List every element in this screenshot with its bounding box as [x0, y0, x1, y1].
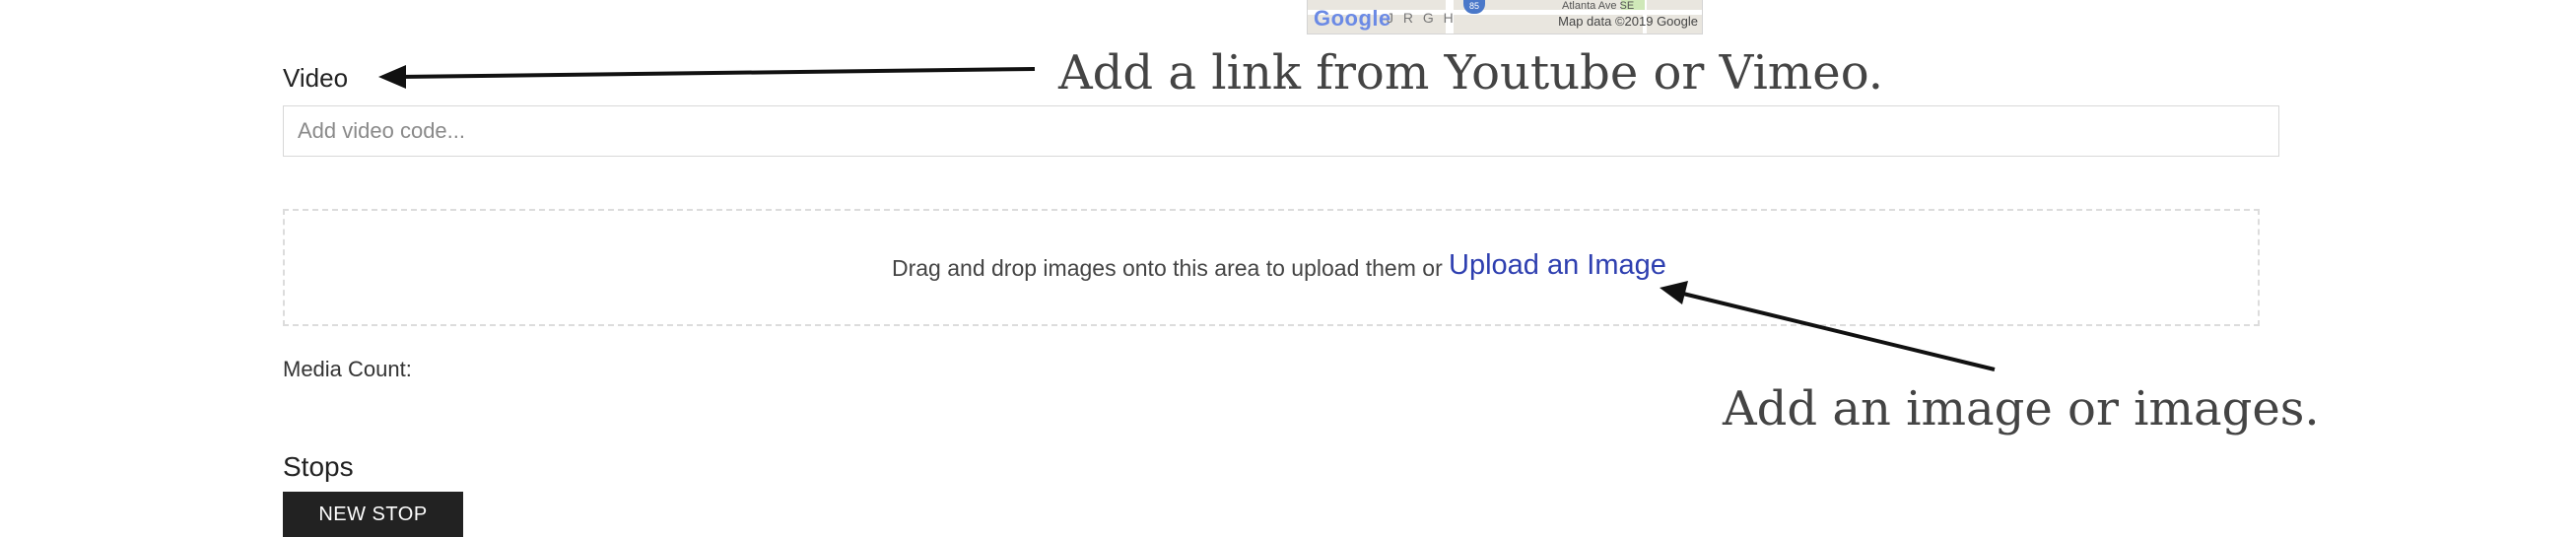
image-annotation: Add an image or images. — [1723, 381, 2320, 436]
dropzone-instruction: Drag and drop images onto this area to u… — [892, 255, 1443, 281]
video-label: Video — [283, 63, 349, 93]
map-thumbnail[interactable]: 85 Atlanta Ave SE Google J R G H Map dat… — [1307, 0, 1703, 34]
google-logo[interactable]: Google — [1314, 6, 1391, 32]
map-copyright[interactable]: Map data ©2019 Google — [1558, 14, 1698, 29]
image-dropzone[interactable]: Drag and drop images onto this area to u… — [283, 209, 2260, 326]
media-count-label: Media Count: — [283, 357, 412, 381]
upload-image-link[interactable]: Upload an Image — [1449, 249, 1666, 282]
map-letters: J R G H — [1387, 10, 1457, 26]
video-arrowhead-icon — [378, 65, 406, 89]
stops-heading: Stops — [283, 451, 354, 482]
video-annotation: Add a link from Youtube or Vimeo. — [1058, 45, 1884, 101]
video-arrow-icon — [397, 67, 1036, 79]
video-code-input[interactable] — [283, 105, 2279, 157]
map-street-label: Atlanta Ave SE — [1562, 0, 1635, 12]
new-stop-button[interactable]: NEW STOP — [283, 492, 463, 537]
